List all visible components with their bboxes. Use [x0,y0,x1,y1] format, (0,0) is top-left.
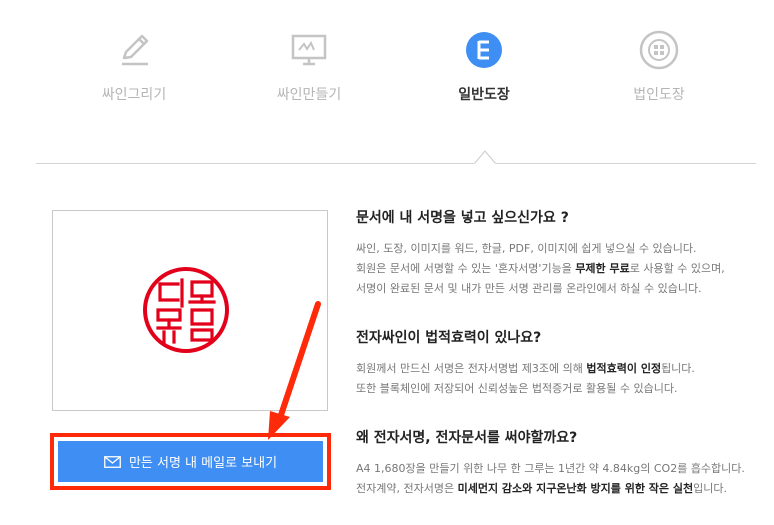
section-question: 왜 전자서명, 전자문서를 써야할까요? [356,430,578,446]
tab-label: 싸인그리기 [101,87,167,103]
answer-line: 회원은 문서에 서명할 수 있는 '혼자서명'기능을 무제한 무료로 사용할 수… [356,262,725,275]
info-section-legal-effect: 전자싸인이 법적효력이 있나요? 회원께서 만드신 서명은 전자서명법 제3조에… [356,327,766,399]
tab-general-stamp[interactable]: 일반도장 [424,28,544,104]
stamp-image [143,267,229,353]
info-section-why-sign: 문서에 내 서명을 넣고 싶으신가요 ? 싸인, 도장, 이미지를 워드, 한글… [356,207,766,299]
send-button-label: 만든 서명 내 메일로 보내기 [128,456,278,471]
pen-icon [112,28,156,72]
envelope-icon [104,455,121,468]
tab-draw-signature[interactable]: 싸인그리기 [74,28,194,104]
answer-line: 서명이 완료된 문서 및 내가 만든 서명 관리를 온라인에서 하실 수 있습니… [356,282,702,295]
tab-label: 싸인만들기 [276,87,342,103]
answer-line: 전자계약, 전자서명은 미세먼지 감소와 지구온난화 방지를 위한 작은 실천입… [356,482,727,495]
stamp-list-icon [462,28,506,72]
section-question: 문서에 내 서명을 넣고 싶으신가요 ? [356,210,569,226]
answer-line: A4 1,680장을 만들기 위한 나무 한 그루는 1년간 약 4.84kg의… [356,462,745,475]
active-tab-caret [474,150,496,167]
section-answer: A4 1,680장을 만들기 위한 나무 한 그루는 1년간 약 4.84kg의… [356,459,766,499]
section-answer: 싸인, 도장, 이미지를 워드, 한글, PDF, 이미지에 쉽게 넣으실 수 … [356,239,766,299]
info-section-why-electronic: 왜 전자서명, 전자문서를 써야할까요? A4 1,680장을 만들기 위한 나… [356,427,766,499]
send-to-my-email-button[interactable]: 만든 서명 내 메일로 보내기 [58,441,323,482]
answer-line: 또한 블록체인에 저장되어 신뢰성높은 법적증거로 활용될 수 있습니다. [356,382,678,395]
section-answer: 회원께서 만드신 서명은 전자서명법 제3조에 의해 법적효력이 인정됩니다. … [356,359,766,399]
send-button-highlight: 만든 서명 내 메일로 보내기 [50,433,331,490]
tab-corporate-stamp[interactable]: 법인도장 [599,28,719,104]
tab-divider [36,163,756,164]
corporate-seal-icon [637,28,681,72]
answer-line: 회원께서 만드신 서명은 전자서명법 제3조에 의해 법적효력이 인정됩니다. [356,362,695,375]
tab-label: 일반도장 [458,87,510,103]
tab-make-signature[interactable]: 싸인만들기 [249,28,369,104]
monitor-signature-icon [287,28,331,72]
stamp-type-tabs: 싸인그리기 싸인만들기 일반도장 법인도장 [0,0,774,110]
answer-line: 싸인, 도장, 이미지를 워드, 한글, PDF, 이미지에 쉽게 넣으실 수 … [356,242,697,255]
stamp-preview [52,210,328,411]
section-question: 전자싸인이 법적효력이 있나요? [356,330,542,346]
tab-label: 법인도장 [633,87,685,103]
